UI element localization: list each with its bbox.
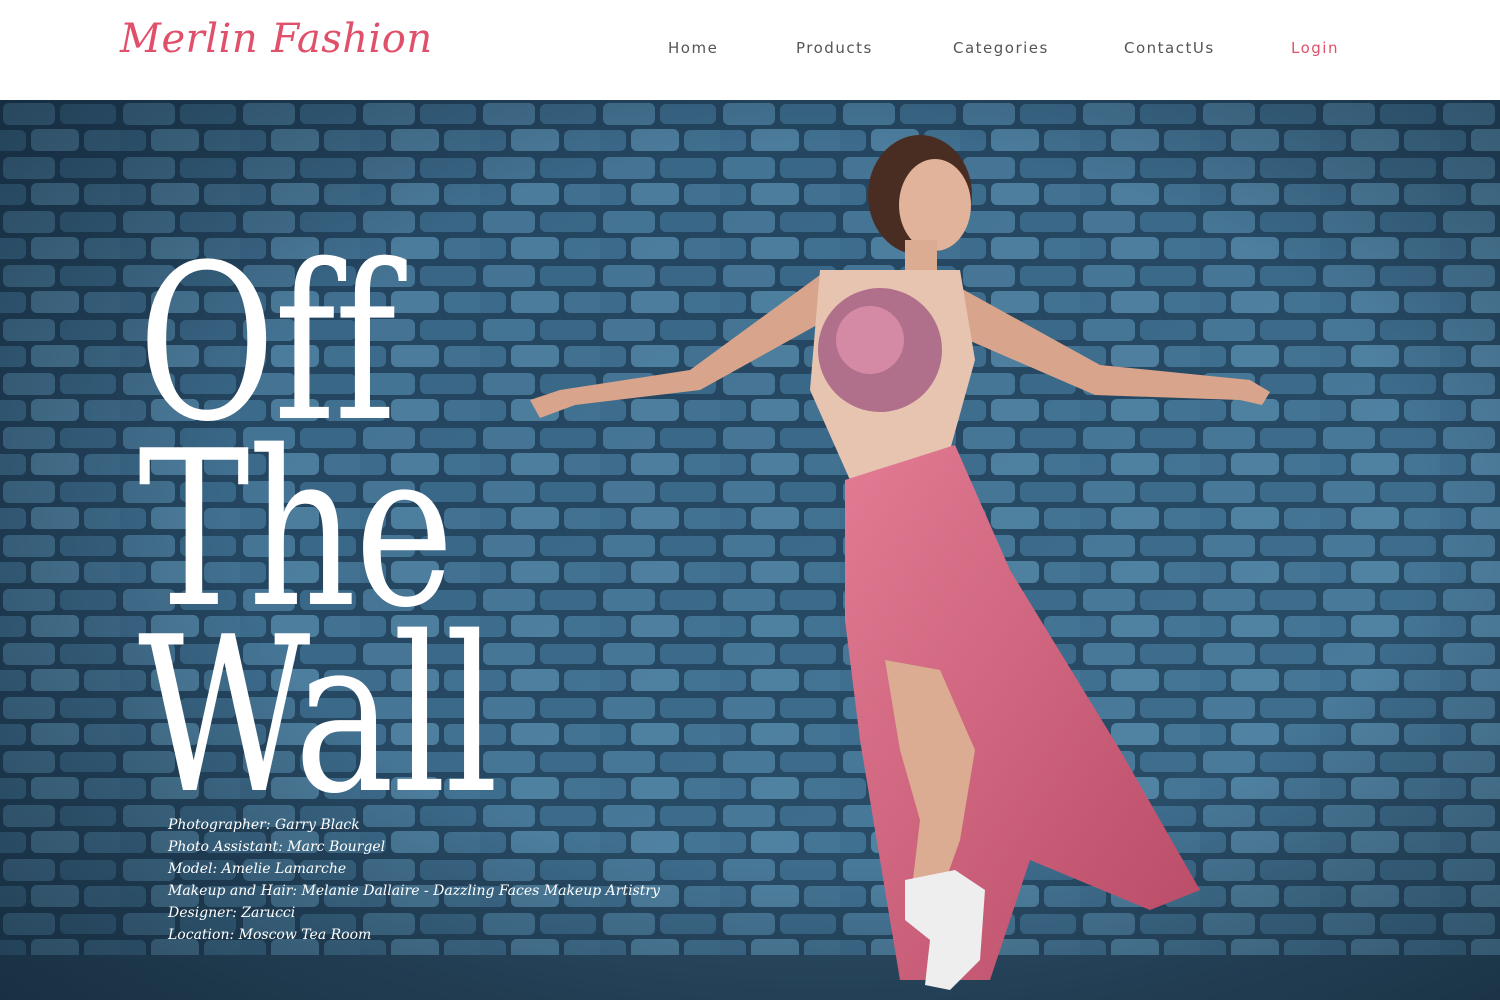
nav-home[interactable]: Home bbox=[668, 39, 718, 57]
nav-categories[interactable]: Categories bbox=[953, 39, 1049, 57]
credit-designer: Designer: Zarucci bbox=[168, 905, 296, 921]
credit-makeup-hair: Makeup and Hair: Melanie Dallaire - Dazz… bbox=[168, 883, 660, 899]
site-header: Merlin Fashion Home Products Categories … bbox=[0, 0, 1500, 100]
photo-credits: Photographer: Garry Black Photo Assistan… bbox=[168, 814, 660, 946]
hero-banner: Off The Wall Photographer: Garry Black P… bbox=[0, 100, 1500, 1000]
credit-photographer: Photographer: Garry Black bbox=[168, 817, 360, 833]
nav-login[interactable]: Login bbox=[1291, 39, 1339, 57]
credit-model: Model: Amelie Lamarche bbox=[168, 861, 347, 877]
nav-contact-us[interactable]: ContactUs bbox=[1124, 39, 1215, 57]
headline-line-3: Wall bbox=[138, 590, 498, 841]
credit-photo-assistant: Photo Assistant: Marc Bourgel bbox=[168, 839, 386, 855]
credit-location: Location: Moscow Tea Room bbox=[168, 927, 372, 943]
main-nav: Home Products Categories ContactUs Login bbox=[0, 39, 1500, 61]
nav-products[interactable]: Products bbox=[796, 39, 873, 57]
